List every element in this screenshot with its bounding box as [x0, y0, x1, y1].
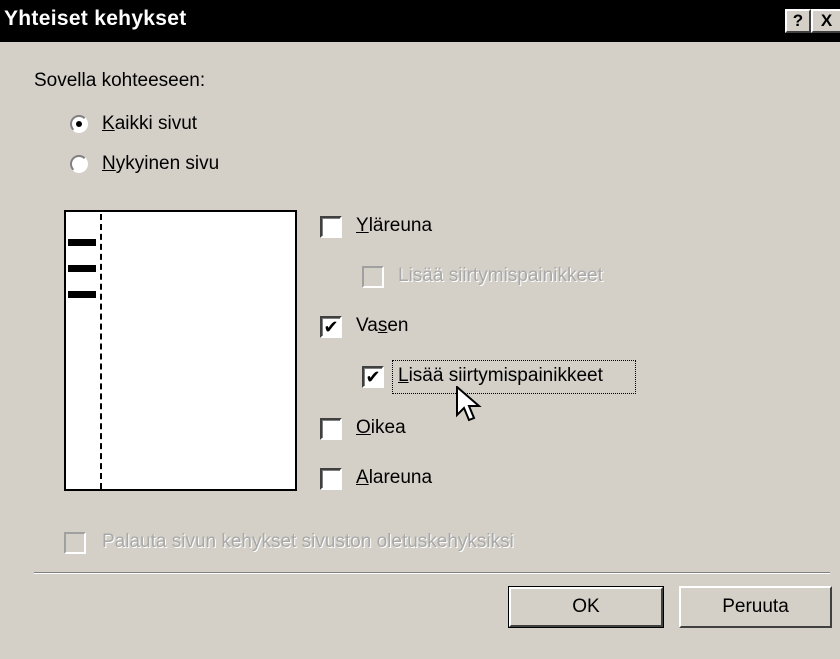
bottom-rest: lareuna: [368, 467, 433, 488]
radio-current-page-label[interactable]: Nykyinen sivu: [102, 153, 219, 175]
checkbox-left-nav-label[interactable]: Lisää siirtymispainikkeet: [398, 365, 603, 387]
close-button[interactable]: X: [811, 9, 840, 33]
top-mnemonic: Y: [356, 215, 369, 236]
frame-divider: [100, 214, 102, 489]
checkbox-left[interactable]: ✔: [320, 316, 342, 338]
checkbox-bottom[interactable]: [320, 468, 342, 490]
right-rest: ikea: [370, 417, 406, 438]
radio-selected-dot: [76, 121, 82, 127]
checkbox-top-label[interactable]: Yläreuna: [356, 215, 432, 237]
checkbox-right-label[interactable]: Oikea: [356, 417, 406, 439]
apply-to-label: Sovella kohteeseen:: [34, 70, 206, 91]
radio-all-pages[interactable]: [70, 115, 88, 133]
title-bar: Yhteiset kehykset ? X: [0, 0, 840, 42]
radio-all-pages-label[interactable]: Kaikki sivut: [102, 113, 197, 135]
cancel-button[interactable]: Peruuta: [679, 586, 832, 628]
left-nav-rest: isää siirtymispainikkeet: [408, 365, 603, 386]
checkbox-right[interactable]: [320, 418, 342, 440]
checkbox-top[interactable]: [320, 216, 342, 238]
ok-button[interactable]: OK: [508, 586, 664, 628]
nav-bar-indicator: [68, 239, 96, 246]
checkbox-top-nav-label: Lisää siirtymispainikkeet: [398, 265, 603, 286]
checkbox-left-label[interactable]: Vasen: [356, 315, 408, 337]
nav-bar-indicator: [68, 265, 96, 272]
left-mnemonic: s: [377, 315, 388, 336]
checkbox-bottom-label[interactable]: Alareuna: [356, 467, 432, 489]
separator: [34, 572, 830, 574]
checkbox-reset-frames[interactable]: [64, 532, 86, 554]
nav-bar-indicator: [68, 291, 96, 298]
checkbox-reset-frames-label: Palauta sivun kehykset sivuston oletuske…: [102, 531, 514, 552]
top-rest: läreuna: [368, 215, 433, 236]
checkbox-left-nav[interactable]: ✔: [362, 366, 384, 388]
all-pages-mnemonic: K: [102, 113, 115, 134]
current-page-mnemonic: N: [102, 153, 116, 174]
all-pages-rest: aikki sivut: [114, 113, 198, 134]
current-page-rest: ykyinen sivu: [115, 153, 220, 174]
frame-preview: [64, 210, 297, 491]
arrow-cursor-icon: [456, 386, 482, 422]
left-rest: en: [387, 315, 409, 336]
checkbox-top-nav[interactable]: [362, 266, 384, 288]
left-nav-mnemonic: L: [398, 365, 409, 386]
right-mnemonic: O: [356, 417, 371, 438]
radio-current-page[interactable]: [70, 155, 88, 173]
window-title: Yhteiset kehykset: [4, 7, 187, 30]
left-start: Va: [356, 315, 378, 336]
help-button[interactable]: ?: [785, 9, 811, 33]
bottom-mnemonic: A: [356, 467, 369, 488]
